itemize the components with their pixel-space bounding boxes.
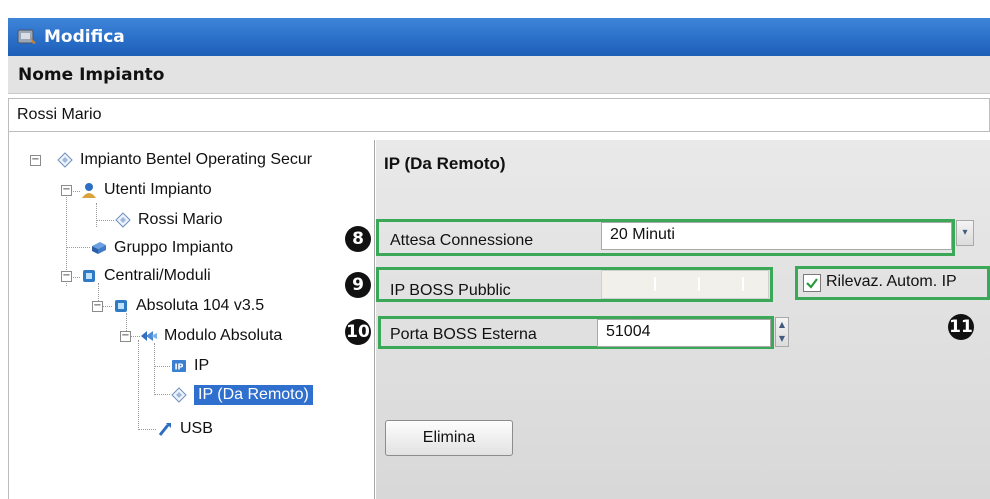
tree-line	[154, 394, 170, 395]
delete-button[interactable]: Elimina	[385, 420, 513, 456]
tree-node-label: IP (Da Remoto)	[194, 385, 313, 405]
tree-node-label: Rossi Mario	[138, 211, 223, 228]
chevron-down-icon[interactable]: ▾	[956, 220, 974, 246]
collapse-toggle[interactable]: −	[61, 271, 72, 282]
attesa-label: Attesa Connessione	[390, 232, 534, 249]
callout-badge: 10	[345, 319, 371, 345]
collapse-toggle[interactable]: −	[30, 155, 41, 166]
tree-node-absoluta[interactable]: Absoluta 104 v3.5	[112, 293, 264, 319]
rilevaz-checkbox[interactable]	[803, 274, 821, 292]
window-title: Modifica	[44, 27, 125, 47]
tree-line	[66, 247, 90, 248]
tree-node-label: Absoluta 104 v3.5	[136, 297, 265, 314]
tree-node-modulo[interactable]: Modulo Absoluta	[140, 323, 282, 349]
tree-line	[96, 220, 114, 221]
tree-node-ip-remote[interactable]: IP (Da Remoto)	[170, 382, 313, 408]
plant-tree[interactable]: − Impianto Bentel Operating Secur − Uten…	[9, 140, 375, 499]
rilevaz-label: Rilevaz. Autom. IP	[826, 273, 957, 290]
network-module-icon	[141, 331, 157, 341]
group-icon	[92, 242, 106, 254]
collapse-toggle[interactable]: −	[120, 331, 131, 342]
tree-line	[138, 340, 139, 430]
diamond-node-icon	[57, 152, 73, 168]
ip-separator	[742, 277, 744, 291]
users-icon	[82, 183, 96, 198]
tree-node-impianto[interactable]: Impianto Bentel Operating Secur	[56, 147, 312, 173]
tree-node-label: Centrali/Moduli	[104, 267, 211, 284]
tree-node-label: IP	[194, 357, 210, 374]
spin-up-icon[interactable]: ▲	[776, 318, 788, 332]
checkmark-icon	[806, 278, 818, 289]
module-icon	[83, 270, 95, 282]
collapse-toggle[interactable]: −	[92, 301, 103, 312]
callout-badge: 9	[345, 272, 371, 298]
diamond-node-icon	[171, 387, 187, 403]
porta-label: Porta BOSS Esterna	[390, 326, 537, 343]
ip-icon: IP	[172, 360, 186, 372]
tree-node-ip[interactable]: IP IP	[170, 353, 209, 379]
ip-separator	[698, 277, 700, 291]
callout-badge: 8	[345, 226, 371, 252]
tree-line	[96, 203, 97, 227]
tree-line	[138, 429, 156, 430]
diamond-node-icon	[115, 212, 131, 228]
tree-line	[154, 366, 170, 367]
tree-node-label: Gruppo Impianto	[114, 239, 234, 256]
app-icon	[17, 29, 36, 44]
tree-node-user[interactable]: Rossi Mario	[114, 207, 222, 233]
tree-line	[154, 343, 155, 395]
section-header: Nome Impianto	[8, 56, 990, 94]
usb-icon	[158, 423, 171, 436]
collapse-toggle[interactable]: −	[61, 185, 72, 196]
callout-badge: 11	[948, 314, 974, 340]
spin-down-icon[interactable]: ▼	[776, 332, 788, 346]
plant-name-input[interactable]: Rossi Mario	[8, 98, 990, 132]
tree-node-label: USB	[180, 420, 213, 437]
tree-node-utenti[interactable]: Utenti Impianto	[80, 177, 212, 203]
module-icon	[115, 300, 127, 312]
ip-separator	[654, 277, 656, 291]
attesa-select[interactable]: 20 Minuti	[601, 222, 952, 250]
tree-node-centrali[interactable]: Centrali/Moduli	[80, 263, 211, 289]
porta-spinner[interactable]: ▲ ▼	[775, 317, 789, 347]
tree-node-label: Impianto Bentel Operating Secur	[80, 151, 313, 168]
edit-window: Modifica Nome Impianto Rossi Mario − Imp…	[0, 0, 990, 499]
porta-input[interactable]: 51004	[597, 319, 771, 347]
svg-text:IP: IP	[175, 363, 184, 372]
tree-node-usb[interactable]: USB	[156, 416, 213, 442]
tree-node-gruppo[interactable]: Gruppo Impianto	[90, 235, 233, 261]
tree-node-label: Modulo Absoluta	[164, 327, 283, 344]
ip-boss-input[interactable]	[601, 270, 769, 299]
ip-boss-label: IP BOSS Pubblic	[390, 282, 511, 299]
panel-title: IP (Da Remoto)	[384, 154, 506, 173]
tree-node-label: Utenti Impianto	[104, 181, 212, 198]
title-bar: Modifica	[8, 18, 990, 56]
